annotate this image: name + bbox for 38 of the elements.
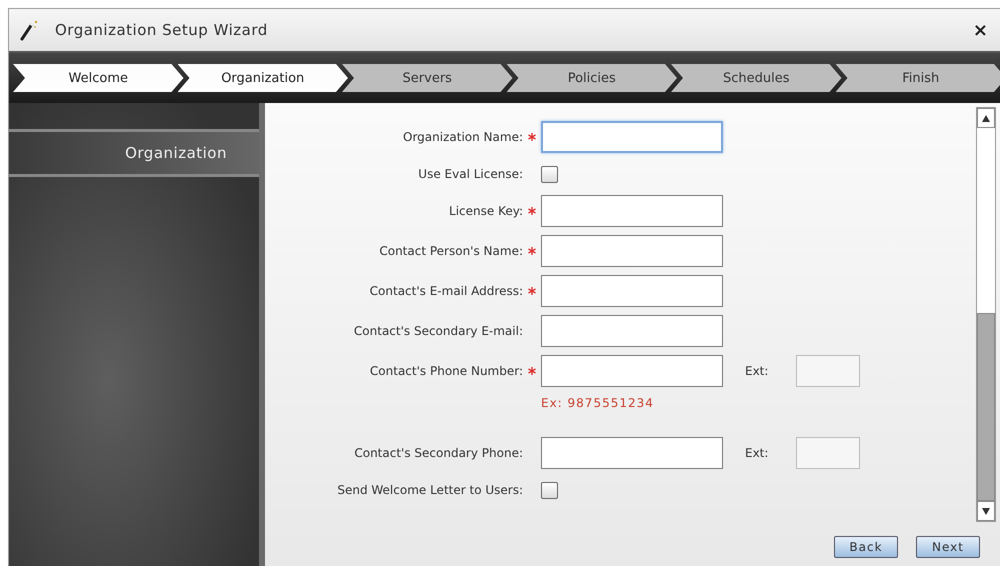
ext-field[interactable]	[796, 437, 860, 469]
scrollbar[interactable]	[976, 107, 996, 522]
text-field[interactable]	[541, 355, 723, 387]
scroll-up-icon[interactable]	[982, 114, 990, 122]
field-label: Organization Name:	[402, 130, 523, 144]
field-label: Contact's Secondary E-mail:	[352, 324, 523, 338]
wizard-step[interactable]: Organization	[178, 64, 348, 92]
text-field[interactable]	[541, 437, 723, 469]
field-label: Use Eval License:	[417, 167, 523, 181]
checkbox[interactable]	[541, 482, 558, 498]
magic-wand-icon	[19, 19, 39, 41]
text-field[interactable]	[541, 195, 723, 227]
field-label: License Key:	[448, 204, 523, 218]
field-label: Contact's Phone Number:	[368, 364, 523, 378]
field-label: Send Welcome Letter to Users:	[336, 483, 523, 497]
wizard-step[interactable]: Finish	[836, 64, 1000, 92]
wizard-step[interactable]: Welcome	[13, 64, 184, 92]
ext-field[interactable]	[796, 355, 860, 387]
field-label: Contact's E-mail Address:	[368, 284, 523, 298]
checkbox[interactable]	[541, 166, 558, 182]
field-label: Contact Person's Name:	[378, 244, 523, 258]
format-hint: Ex: 9875551234	[541, 396, 654, 410]
scroll-down-icon[interactable]	[982, 508, 990, 514]
wizard-button[interactable]: Back	[834, 536, 898, 558]
ext-label: Ext:	[745, 364, 768, 378]
text-field[interactable]	[541, 121, 723, 153]
text-field[interactable]	[541, 235, 723, 267]
wizard-step[interactable]: Schedules	[671, 64, 842, 92]
window-title: Organization Setup Wizard	[55, 21, 268, 39]
wizard-step[interactable]: Servers	[342, 64, 512, 92]
field-label: Contact's Secondary Phone:	[353, 446, 523, 460]
ext-label: Ext:	[745, 446, 768, 460]
text-field[interactable]	[541, 275, 723, 307]
wizard-button[interactable]: Next	[916, 536, 980, 558]
close-button[interactable]: ×	[970, 20, 990, 40]
text-field[interactable]	[541, 315, 723, 347]
sidebar-item[interactable]: Organization	[9, 129, 259, 177]
wizard-step[interactable]: Policies	[506, 64, 677, 92]
